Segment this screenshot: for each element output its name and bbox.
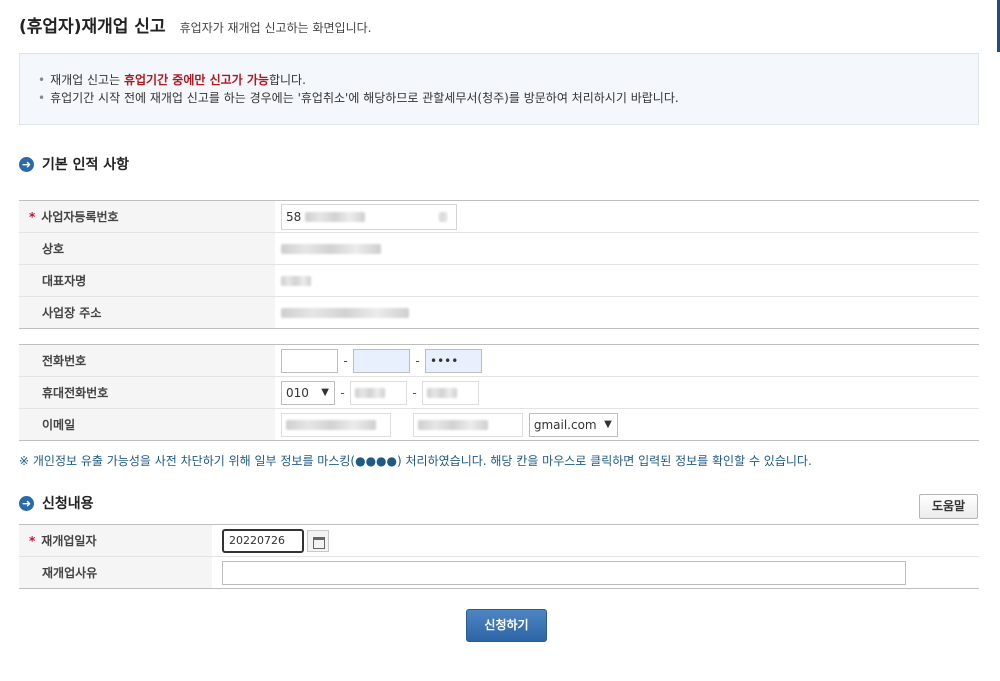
page-title: (휴업자)재개업 신고	[19, 17, 166, 37]
mobile-part-2-input[interactable]	[350, 380, 407, 405]
phone-part-3-input[interactable]: ••••	[425, 348, 482, 373]
chevron-down-icon: ▼	[321, 386, 329, 398]
masked-value	[438, 212, 447, 222]
mobile-prefix-select[interactable]: 010 ▼	[281, 380, 335, 405]
arrow-circle-icon: ➜	[19, 156, 34, 172]
dash-separator: -	[340, 385, 345, 400]
field-label: 대표자명	[19, 264, 275, 297]
table-row: 이메일 gmail.com ▼	[19, 408, 979, 441]
field-label: 상호	[19, 232, 275, 265]
masked-value	[355, 388, 385, 398]
dash-separator: -	[412, 385, 417, 400]
privacy-note: ※ 개인정보 유출 가능성을 사전 차단하기 위해 일부 정보를 마스킹(●●●…	[19, 454, 812, 468]
masked-value	[427, 388, 457, 398]
section-title: 기본 인적 사항	[42, 157, 130, 173]
email-id-input[interactable]	[281, 412, 391, 437]
field-label: 사업장 주소	[19, 296, 275, 329]
section-header-basic: ➜ 기본 인적 사항	[19, 154, 129, 174]
table-row: * 재개업일자 20220726	[19, 524, 979, 557]
contact-table: 전화번호 - - •••• 휴대전화번호 010 ▼ - - 이메일 gmail.com ▼	[19, 344, 979, 441]
field-label: 이메일	[19, 408, 275, 441]
phone-part-2-input[interactable]	[353, 348, 410, 373]
field-label: 전화번호	[19, 344, 275, 377]
required-icon: *	[29, 534, 36, 548]
masked-value	[286, 420, 376, 430]
application-table: * 재개업일자 20220726 재개업사유	[19, 524, 979, 589]
reopen-date-input[interactable]: 20220726	[222, 528, 304, 553]
mobile-part-3-input[interactable]	[422, 380, 479, 405]
section-title: 신청내용	[42, 496, 94, 512]
table-row: 상호	[19, 232, 979, 265]
dash-separator: -	[343, 353, 348, 368]
table-row: 대표자명	[19, 264, 979, 297]
notice-text: 합니다.	[268, 73, 306, 87]
masked-value	[305, 212, 366, 222]
table-row: 사업장 주소	[19, 296, 979, 329]
basic-info-table: * 사업자등록번호 58 상호 대표자명 사업장 주소	[19, 200, 979, 329]
representative-value	[281, 276, 311, 286]
email-domain-select[interactable]: gmail.com ▼	[528, 412, 618, 437]
submit-button[interactable]: 신청하기	[466, 609, 547, 642]
notice-emphasis: 휴업기간 중에만 신고가 가능	[123, 73, 269, 87]
phone-part-1-input[interactable]	[281, 348, 338, 373]
calendar-icon[interactable]	[307, 529, 329, 552]
notice-line-2: • 휴업기간 시작 전에 재개업 신고를 하는 경우에는 '휴업취소'에 해당하므…	[38, 89, 978, 107]
page-description: 휴업자가 재개업 신고하는 화면입니다.	[179, 21, 372, 35]
table-row: 전화번호 - - ••••	[19, 344, 979, 377]
field-label: * 사업자등록번호	[19, 200, 275, 233]
dash-separator: -	[415, 353, 420, 368]
field-label: 재개업사유	[19, 556, 212, 589]
notice-text: 재개업 신고는	[50, 73, 124, 87]
field-label: 휴대전화번호	[19, 376, 275, 409]
masked-value	[418, 420, 488, 430]
bullet-icon: •	[38, 91, 46, 105]
bullet-icon: •	[38, 73, 46, 87]
section-header-application: ➜ 신청내용	[19, 493, 94, 513]
table-row: 휴대전화번호 010 ▼ - -	[19, 376, 979, 409]
reopen-reason-input[interactable]	[222, 560, 906, 585]
chevron-down-icon: ▼	[604, 418, 612, 430]
notice-text: 휴업기간 시작 전에 재개업 신고를 하는 경우에는 '휴업취소'에 해당하므로…	[50, 91, 679, 105]
table-row: * 사업자등록번호 58	[19, 200, 979, 233]
help-button[interactable]: 도움말	[919, 494, 978, 519]
field-label: * 재개업일자	[19, 524, 212, 557]
required-icon: *	[29, 210, 36, 224]
company-name-value	[281, 244, 381, 254]
table-row: 재개업사유	[19, 556, 979, 589]
page-header: (휴업자)재개업 신고 휴업자가 재개업 신고하는 화면입니다.	[19, 12, 371, 37]
notice-line-1: • 재개업 신고는 휴업기간 중에만 신고가 가능합니다.	[38, 71, 978, 89]
notice-box: • 재개업 신고는 휴업기간 중에만 신고가 가능합니다. • 휴업기간 시작 전에…	[19, 53, 979, 125]
address-value	[281, 308, 409, 318]
email-domain-input[interactable]	[413, 412, 523, 437]
business-number-field[interactable]: 58	[281, 203, 457, 230]
arrow-circle-icon: ➜	[19, 495, 34, 511]
